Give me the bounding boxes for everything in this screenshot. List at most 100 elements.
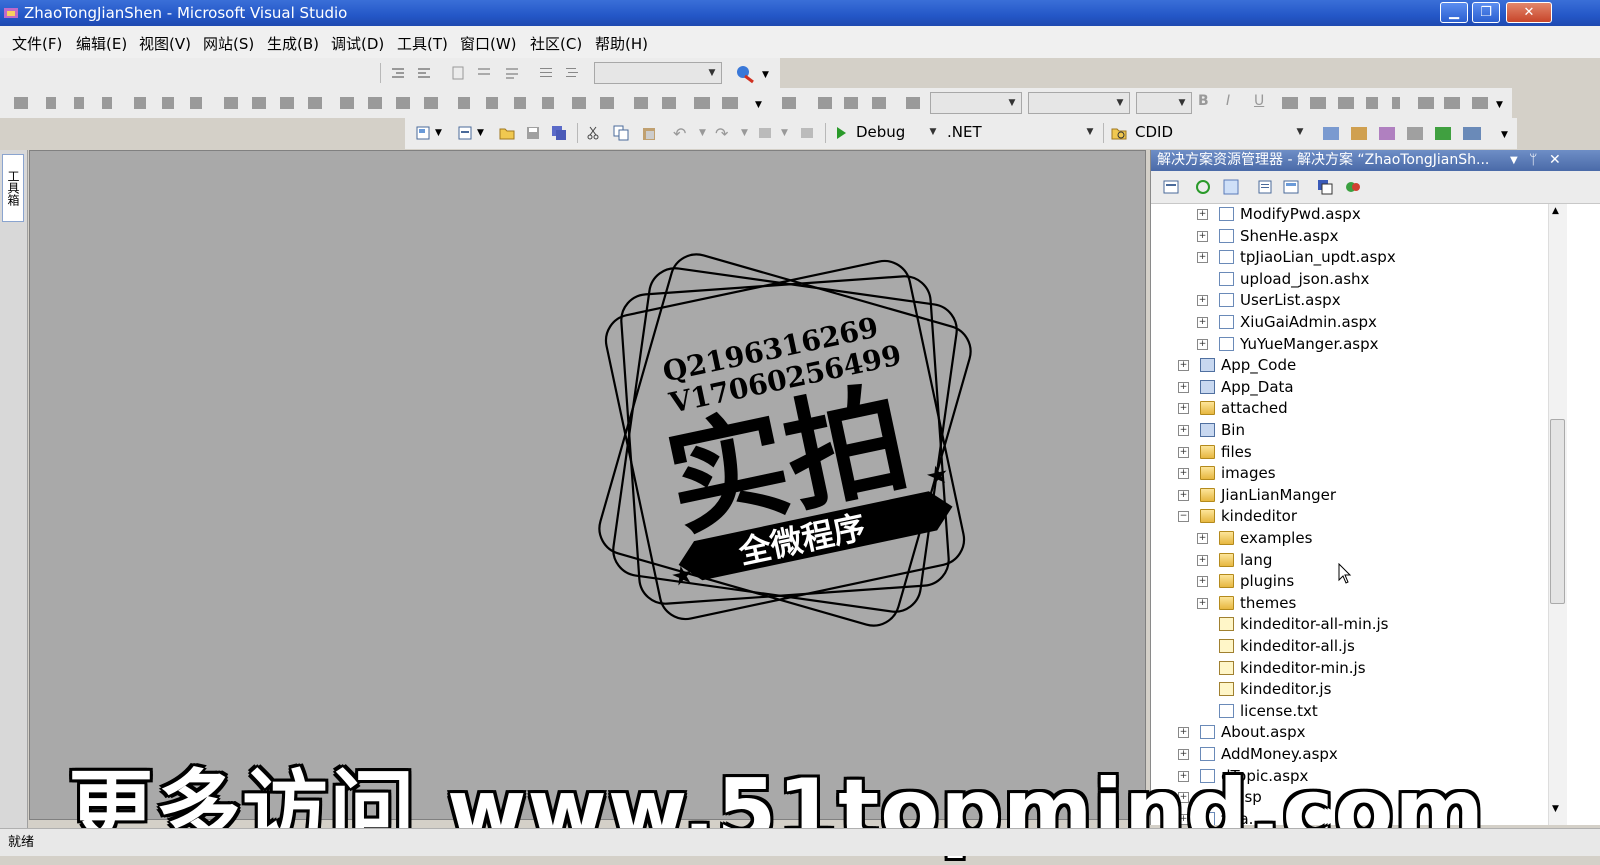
layout-align-icons[interactable] [10,94,750,112]
tree-item[interactable]: + examples [1151,528,1551,549]
undo-icon[interactable]: ↶ [673,124,686,143]
expand-toggle-icon[interactable]: + [1197,295,1208,307]
find-in-files-icon[interactable] [1111,125,1127,141]
expand-toggle-icon[interactable]: + [1197,554,1208,566]
font-name-combo[interactable]: ▼ [930,92,1022,114]
underline-icon[interactable]: U [1254,93,1264,109]
menu-community[interactable]: 社区(C) [530,33,582,54]
dropdown-arrow-icon[interactable]: ▼ [741,128,748,138]
tree-item[interactable]: + UserList.aspx [1151,290,1551,311]
toolbox-tab[interactable]: 工具箱 [2,154,24,222]
tree-item[interactable]: + XiuGaiAdmin.aspx [1151,312,1551,333]
expand-toggle-icon[interactable]: + [1197,230,1208,242]
expand-toggle-icon[interactable]: + [1197,317,1208,328]
close-button[interactable]: ✕ [1506,2,1552,23]
tree-item[interactable]: − kindeditor [1151,506,1551,527]
paste-icon[interactable] [641,125,657,141]
redo-icon[interactable]: ↷ [715,124,728,143]
italic-icon[interactable]: I [1226,93,1230,109]
uncomment-icon[interactable] [476,65,492,81]
tree-item[interactable]: kindeditor.js [1151,679,1551,700]
tree-item[interactable]: + App_Code [1151,355,1551,376]
close-panel-icon[interactable]: ✕ [1549,150,1561,171]
tree-item[interactable]: kindeditor-min.js [1151,658,1551,679]
tree-item[interactable]: + files [1151,442,1551,463]
cut-icon[interactable] [585,125,601,141]
format-block-icon[interactable] [564,65,580,81]
tree-item[interactable]: kindeditor-all-min.js [1151,614,1551,635]
block-format-combo[interactable]: ▼ [1136,92,1192,114]
save-all-icon[interactable] [551,125,567,141]
menu-view[interactable]: 视图(V) [139,33,191,54]
comment-icon[interactable] [450,65,466,81]
menu-build[interactable]: 生成(B) [267,33,319,54]
tree-item[interactable]: upload_json.ashx [1151,269,1551,290]
expand-toggle-icon[interactable]: + [1178,381,1189,393]
properties-icon[interactable] [1163,179,1179,195]
menu-tools[interactable]: 工具(T) [397,33,448,54]
solution-configuration-combo[interactable]: Debug ▼ [852,122,942,144]
tree-item[interactable]: + ShenHe.aspx [1151,226,1551,247]
expand-toggle-icon[interactable]: + [1178,403,1189,415]
add-item-icon[interactable] [457,125,473,141]
bold-icon[interactable]: B [1198,93,1209,109]
restore-button[interactable]: ❐ [1472,2,1500,23]
tree-item[interactable]: + App_Data [1151,377,1551,398]
expand-toggle-icon[interactable]: + [1197,209,1208,220]
menu-window[interactable]: 窗口(W) [460,33,517,54]
scrollbar-thumb[interactable] [1550,419,1565,604]
find-combo[interactable]: CDID ▼ [1131,122,1309,144]
navigate-backward-icon[interactable] [757,125,773,141]
view-code-icon[interactable] [1257,179,1273,195]
expand-toggle-icon[interactable]: + [1197,533,1208,544]
expand-toggle-icon[interactable]: + [1178,468,1189,480]
platform-combo[interactable]: .NET ▼ [943,122,1099,144]
tree-item[interactable]: license.txt [1151,701,1551,722]
panel-menu-icon[interactable]: ▼ [1510,150,1518,171]
tree-item[interactable]: kindeditor-all.js [1151,636,1551,657]
view-designer-icon[interactable] [1283,179,1299,195]
copy-icon[interactable] [613,125,629,141]
dropdown-arrow-icon[interactable]: ▼ [477,128,484,138]
tree-item[interactable]: + attached [1151,398,1551,419]
tree-item[interactable]: + JianLianManger [1151,485,1551,506]
dropdown-arrow-icon[interactable]: ▼ [781,128,788,138]
new-project-icon[interactable] [415,125,431,141]
tree-item[interactable]: + themes [1151,593,1551,614]
refresh-icon[interactable] [1195,179,1211,195]
start-debugging-icon[interactable] [833,125,849,141]
expand-toggle-icon[interactable]: + [1178,489,1189,501]
format-icons[interactable] [780,94,925,112]
tree-item[interactable]: + images [1151,463,1551,484]
text-editor-combo[interactable]: ▼ [594,62,722,84]
dropdown-arrow-icon[interactable]: ▼ [699,128,706,138]
asp-net-config-icon[interactable] [1345,179,1361,195]
expand-toggle-icon[interactable]: + [1197,338,1208,350]
toolbar-overflow-icon[interactable]: ▼ [755,100,762,110]
window-tool-icons[interactable] [1321,124,1501,142]
toolbar-overflow-icon[interactable]: ▼ [762,70,769,80]
connect-icon[interactable] [735,64,755,84]
menu-website[interactable]: 网站(S) [203,33,254,54]
minimize-button[interactable]: ▁ [1440,2,1468,23]
scroll-down-icon[interactable]: ▼ [1552,804,1559,814]
nest-related-files-icon[interactable] [1223,179,1239,195]
format-list-icon[interactable] [538,65,554,81]
tree-item[interactable]: + tpJiaoLian_updt.aspx [1151,247,1551,268]
menu-edit[interactable]: 编辑(E) [76,33,127,54]
solution-explorer-scrollbar[interactable]: ▲ ▼ [1548,204,1567,825]
expand-toggle-icon[interactable]: + [1178,727,1189,739]
expand-toggle-icon[interactable]: + [1197,576,1208,588]
expand-toggle-icon[interactable]: + [1178,446,1189,458]
menu-help[interactable]: 帮助(H) [595,33,648,54]
pin-icon[interactable]: ᛘ [1529,150,1537,171]
decrease-indent-icon[interactable] [390,65,406,81]
font-size-combo[interactable]: ▼ [1028,92,1130,114]
bookmark-icon[interactable] [504,65,520,81]
tree-item[interactable]: + Bin [1151,420,1551,441]
dropdown-arrow-icon[interactable]: ▼ [435,128,442,138]
expand-toggle-icon[interactable]: − [1178,511,1189,523]
navigate-forward-icon[interactable] [799,125,815,141]
menu-debug[interactable]: 调试(D) [331,33,384,54]
expand-toggle-icon[interactable]: + [1178,360,1189,372]
